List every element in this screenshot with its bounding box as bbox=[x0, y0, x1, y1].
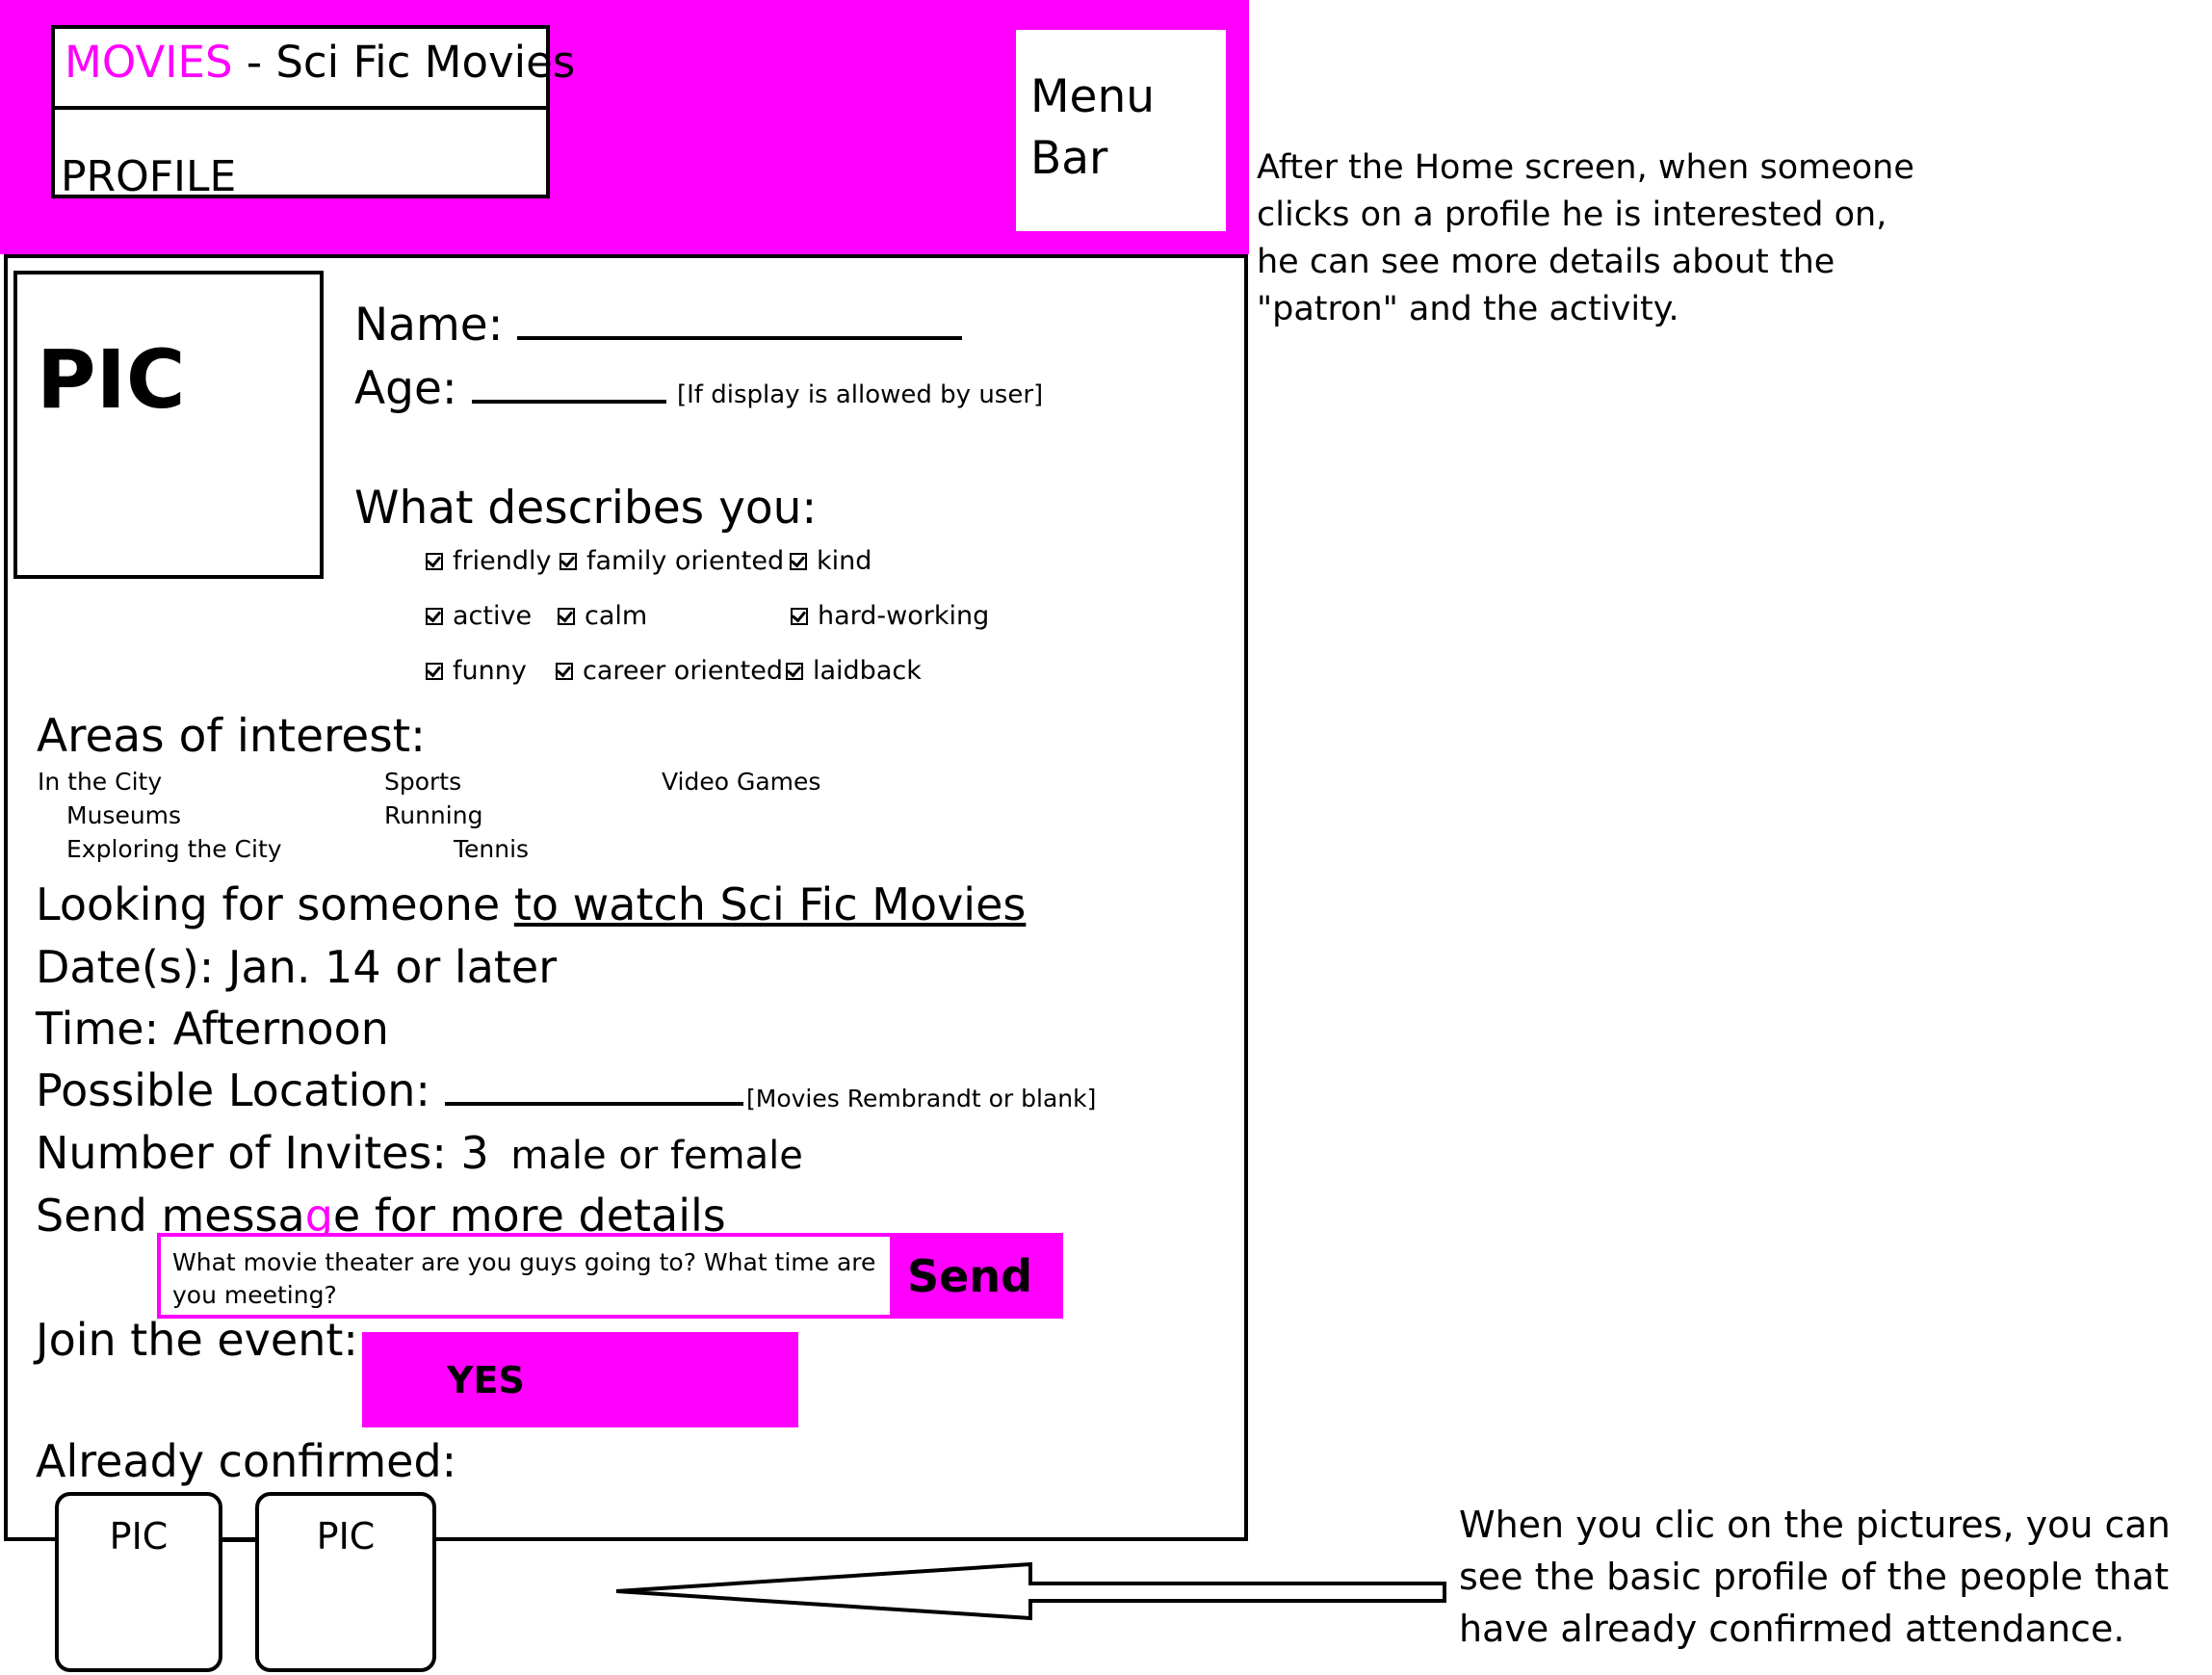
annotation-arrow-icon bbox=[615, 1561, 1446, 1621]
confirmed-attendee-pic-label: PIC bbox=[316, 1515, 376, 1557]
checkbox-checked-icon bbox=[556, 662, 573, 680]
trait-label: hard-working bbox=[818, 601, 990, 631]
checkbox-checked-icon bbox=[426, 662, 443, 680]
trait-label: calm bbox=[585, 601, 648, 631]
checkbox-checked-icon bbox=[426, 552, 443, 570]
invites-label: Number of Invites: 3 bbox=[36, 1127, 489, 1179]
interest-item: Sports bbox=[384, 768, 462, 796]
trait-label: kind bbox=[817, 546, 872, 576]
looking-for-activity: to watch Sci Fic Movies bbox=[513, 878, 1027, 930]
checkbox-checked-icon bbox=[558, 607, 575, 625]
trait-checkbox-funny[interactable]: funny bbox=[426, 656, 527, 686]
menu-bar-label-line2: Bar bbox=[1030, 132, 1108, 185]
interests-heading: Areas of interest: bbox=[37, 710, 426, 763]
location-row: Possible Location: bbox=[36, 1064, 743, 1116]
interest-item: Exploring the City bbox=[66, 835, 282, 863]
interest-item: In the City bbox=[38, 768, 163, 796]
join-event-label: Join the event: bbox=[36, 1314, 358, 1366]
trait-checkbox-hard-working[interactable]: hard-working bbox=[791, 601, 989, 631]
confirmed-attendee-pic[interactable]: PIC bbox=[255, 1492, 436, 1672]
profile-picture[interactable]: PIC bbox=[13, 271, 324, 579]
trait-checkbox-family-oriented[interactable]: family oriented bbox=[560, 546, 784, 576]
trait-checkbox-laidback[interactable]: laidback bbox=[786, 656, 922, 686]
invites-gender: male or female bbox=[510, 1134, 803, 1178]
trait-label: laidback bbox=[813, 656, 922, 686]
trait-label: friendly bbox=[453, 546, 552, 576]
trait-checkbox-career-oriented[interactable]: career oriented bbox=[556, 656, 783, 686]
location-note: [Movies Rembrandt or blank] bbox=[746, 1085, 1097, 1112]
describes-heading: What describes you: bbox=[354, 482, 818, 535]
name-label: Name: bbox=[354, 299, 504, 352]
menu-bar-label-line1: Menu bbox=[1030, 70, 1156, 123]
profile-tab-label: PROFILE bbox=[61, 152, 237, 198]
confirmed-attendee-pic-label: PIC bbox=[109, 1515, 169, 1557]
thumb-connector bbox=[222, 1538, 258, 1542]
profile-picture-label: PIC bbox=[37, 332, 186, 427]
trait-checkbox-calm[interactable]: calm bbox=[558, 601, 647, 631]
annotation-note-bottom: When you clic on the pictures, you can s… bbox=[1459, 1504, 2171, 1650]
location-field bbox=[444, 1067, 743, 1106]
trait-label: family oriented bbox=[586, 546, 785, 576]
age-label: Age: bbox=[354, 362, 457, 415]
checkbox-checked-icon bbox=[786, 662, 803, 680]
trait-label: funny bbox=[453, 656, 527, 686]
confirmed-label: Already confirmed: bbox=[36, 1435, 457, 1487]
dates-line: Date(s): Jan. 14 or later bbox=[36, 941, 558, 993]
name-row: Name: bbox=[354, 299, 963, 352]
interest-item: Museums bbox=[66, 801, 182, 829]
menu-bar-button[interactable]: Menu Bar bbox=[1016, 30, 1226, 231]
age-field bbox=[471, 363, 666, 404]
checkbox-checked-icon bbox=[790, 552, 807, 570]
interest-item: Tennis bbox=[454, 835, 530, 863]
join-yes-button[interactable]: YES bbox=[362, 1332, 798, 1427]
interest-item: Running bbox=[384, 801, 483, 829]
profile-tab[interactable]: PROFILE bbox=[51, 110, 550, 198]
confirmed-attendee-pic[interactable]: PIC bbox=[55, 1492, 222, 1672]
time-line: Time: Afternoon bbox=[36, 1003, 389, 1055]
looking-for-prefix: Looking for someone bbox=[36, 878, 514, 930]
menu-bar-label: Menu Bar bbox=[1030, 66, 1204, 190]
message-input[interactable]: What movie theater are you guys going to… bbox=[157, 1233, 894, 1319]
interest-item: Video Games bbox=[662, 768, 821, 796]
trait-label: active bbox=[453, 601, 533, 631]
title-category: MOVIES bbox=[65, 37, 233, 88]
trait-checkbox-friendly[interactable]: friendly bbox=[426, 546, 551, 576]
checkbox-checked-icon bbox=[791, 607, 808, 625]
looking-for-line: Looking for someone to watch Sci Fic Mov… bbox=[36, 878, 1026, 930]
name-field bbox=[517, 300, 963, 340]
checkbox-checked-icon bbox=[560, 552, 577, 570]
trait-label: career oriented bbox=[583, 656, 783, 686]
checkbox-checked-icon bbox=[426, 607, 443, 625]
annotation-note-right: After the Home screen, when someone clic… bbox=[1257, 148, 1914, 328]
title-subcategory: - Sci Fic Movies bbox=[232, 37, 576, 88]
invites-row: Number of Invites: 3 male or female bbox=[36, 1127, 803, 1179]
location-label: Possible Location: bbox=[36, 1064, 430, 1116]
trait-checkbox-active[interactable]: active bbox=[426, 601, 532, 631]
page-title: MOVIES - Sci Fic Movies bbox=[65, 37, 575, 88]
send-button[interactable]: Send bbox=[894, 1233, 1063, 1319]
age-note: [If display is allowed by user] bbox=[677, 380, 1044, 409]
page-title-box: MOVIES - Sci Fic Movies bbox=[51, 25, 575, 110]
age-row: Age: bbox=[354, 362, 666, 415]
trait-checkbox-kind[interactable]: kind bbox=[790, 546, 872, 576]
